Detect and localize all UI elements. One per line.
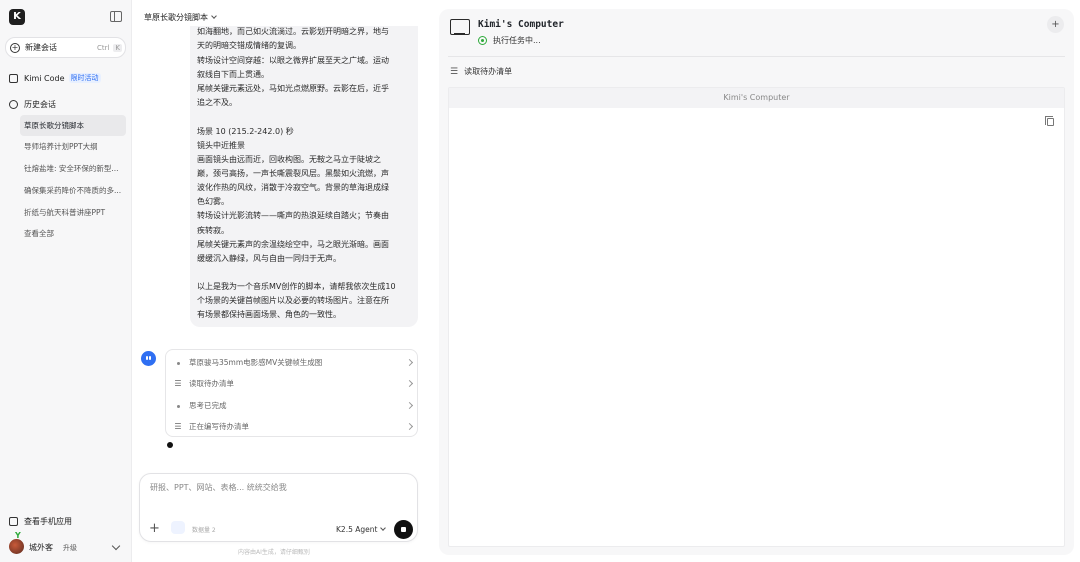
computer-title: Kimi's Computer [478, 19, 564, 30]
history-item[interactable]: 确保集采药降价不降质的多... [20, 180, 126, 201]
computer-icon [450, 19, 470, 35]
tool-label: 数据量 2 [192, 527, 216, 534]
message-line: 叙线自下而上贯通。 [197, 70, 269, 79]
status-running-icon [478, 36, 487, 45]
composer-input[interactable]: 研报、PPT、网站、表格... 统统交给我 [150, 482, 287, 493]
kimi-code-label: Kimi Code [24, 73, 65, 83]
status-text: 执行任务中... [493, 36, 541, 45]
chevron-down-icon [380, 525, 387, 531]
computer-viewport: Kimi's Computer [448, 87, 1065, 547]
step-item[interactable]: ☰ 正在编写待办清单 [174, 419, 414, 433]
chevron-right-icon [405, 422, 414, 430]
kimi-logo[interactable]: K [9, 9, 25, 25]
message-line: 如海翻地，而己如火流淌过。云影划开明暗之界，地与 [197, 27, 389, 36]
history-item[interactable]: 钍熔盐堆: 安全环保的新型... [20, 158, 126, 179]
chat-title[interactable]: 草原长歌分镜脚本 [144, 12, 217, 23]
history-item[interactable]: 草原长歌分镜脚本 [20, 115, 126, 136]
message-line: 场景 10 (215.2-242.0) 秒 [197, 127, 294, 136]
message-line: 镜头中近推景 [197, 141, 245, 150]
chevron-right-icon [405, 358, 414, 366]
model-selector[interactable]: K2.5 Agent [336, 525, 387, 534]
message-line: 巅，颈弓高扬，一声长嘶震裂风层。黑鬃如火流燃，声 [197, 169, 389, 178]
message-line: 疾转寂。 [197, 226, 229, 235]
model-name: K2.5 Agent [336, 525, 378, 534]
message-line: 尾帧关键元素远处，马如光点燃原野。云影在后，近乎 [197, 84, 389, 93]
phone-icon [9, 517, 18, 526]
message-line: 转场设计光影流转——嘶声的热浪延续自踏火；节奏由 [197, 211, 389, 220]
step-item[interactable]: ☰ 读取待办清单 [174, 376, 414, 390]
mobile-app-link[interactable]: 查看手机应用 [9, 516, 72, 527]
ai-disclaimer: 内容由AI生成，请仔细甄别 [238, 549, 310, 556]
shortcut-k: K [113, 43, 122, 52]
message-line: 天的明暗交错成情绪的复调。 [197, 41, 301, 50]
bullet-icon [174, 358, 182, 367]
todo-read-item[interactable]: ☰ 读取待办清单 [450, 66, 512, 77]
user-row[interactable]: 城外客 升级 [29, 542, 77, 553]
checklist-icon: ☰ [450, 66, 459, 77]
message-line: 有场景都保持画面场景、角色的一致性。 [197, 310, 341, 319]
chat-title-text: 草原长歌分镜脚本 [144, 13, 208, 22]
bullet-icon [174, 401, 182, 410]
message-line: 追之不及。 [197, 98, 237, 107]
step-label: 正在编写待办清单 [189, 421, 249, 431]
new-chat-label: 新建会话 [25, 43, 57, 52]
chevron-right-icon [405, 401, 414, 409]
clock-icon [9, 100, 18, 109]
sidebar-item-history[interactable]: 历史会话 [9, 99, 56, 110]
divider [448, 56, 1065, 57]
agent-steps-panel: 草原骏马35mm电影感MV关键帧生成图 ☰ 读取待办清单 思考已完成 ☰ 正在编… [165, 349, 418, 437]
message-line: 以上是我为一个音乐MV创作的脚本，请帮我依次生成10 [197, 282, 396, 291]
avatar[interactable] [9, 539, 24, 554]
sidebar: K + 新建会话 Ctrl K Kimi Code 限时活动 历史会话 草原长歌… [0, 0, 132, 562]
chevron-right-icon [405, 379, 414, 387]
history-item[interactable]: 折纸与航天科普讲座PPT [20, 202, 126, 223]
message-line: 缓缓沉入静绿，风与自由一同归于无声。 [197, 254, 341, 263]
collapse-sidebar-icon[interactable] [110, 11, 122, 22]
shortcut-ctrl: Ctrl [96, 43, 110, 52]
message-line: 转场设计空间穿越：以眼之微界扩展至天之广域。运动 [197, 56, 389, 65]
promo-badge: 限时活动 [68, 73, 101, 83]
message-line: 个场景的关键首帧图片以及必要的转场图片。注意在所 [197, 296, 389, 305]
chevron-down-icon[interactable] [111, 541, 121, 551]
tool-icon[interactable] [171, 521, 185, 534]
message-line: 色幻雾。 [197, 197, 229, 206]
stop-button[interactable] [394, 520, 413, 539]
shortcut-hint: Ctrl K [95, 43, 122, 52]
message-composer[interactable]: 研报、PPT、网站、表格... 统统交给我 + 数据量 2 K2.5 Agent [139, 473, 418, 542]
step-item[interactable]: 草原骏马35mm电影感MV关键帧生成图 [174, 355, 414, 369]
mobile-app-label: 查看手机应用 [24, 517, 72, 526]
step-label: 思考已完成 [189, 400, 227, 410]
copy-icon[interactable] [1045, 116, 1054, 126]
checklist-icon: ☰ [174, 378, 182, 388]
view-all-link[interactable]: 查看全部 [20, 223, 126, 244]
step-label: 草原骏马35mm电影感MV关键帧生成图 [189, 357, 323, 367]
message-line: 波化作热的风纹，消散于冷寂空气。背景的草海退成绿 [197, 183, 389, 192]
user-name: 城外客 [29, 543, 53, 552]
new-chat-button[interactable]: + 新建会话 Ctrl K [5, 37, 126, 58]
expand-icon[interactable]: + [1047, 16, 1064, 33]
plus-circle-icon: + [10, 42, 20, 53]
step-item[interactable]: 思考已完成 [174, 398, 414, 412]
history-title: 历史会话 [24, 100, 56, 109]
add-attachment-icon[interactable]: + [149, 522, 160, 535]
chevron-down-icon [211, 13, 217, 19]
message-line: 尾帧关键元素声的余温绕绘空中，马之眼光渐暗。画面 [197, 240, 389, 249]
todo-label: 读取待办清单 [464, 67, 513, 76]
upgrade-button[interactable]: 升级 [63, 543, 77, 553]
sidebar-item-kimi-code[interactable]: Kimi Code 限时活动 [9, 73, 101, 83]
typing-indicator-icon [167, 442, 173, 448]
code-icon [9, 73, 18, 83]
viewport-title: Kimi's Computer [449, 88, 1064, 108]
task-status: 执行任务中... [478, 35, 541, 46]
history-item[interactable]: 导师培养计划PPT大纲 [20, 136, 126, 157]
step-label: 读取待办清单 [189, 378, 234, 388]
assistant-avatar-icon [141, 351, 156, 366]
checklist-icon: ☰ [174, 421, 182, 431]
message-line: 画面镜头由远而近，回收构图。无鞍之马立于陡坡之 [197, 155, 381, 164]
